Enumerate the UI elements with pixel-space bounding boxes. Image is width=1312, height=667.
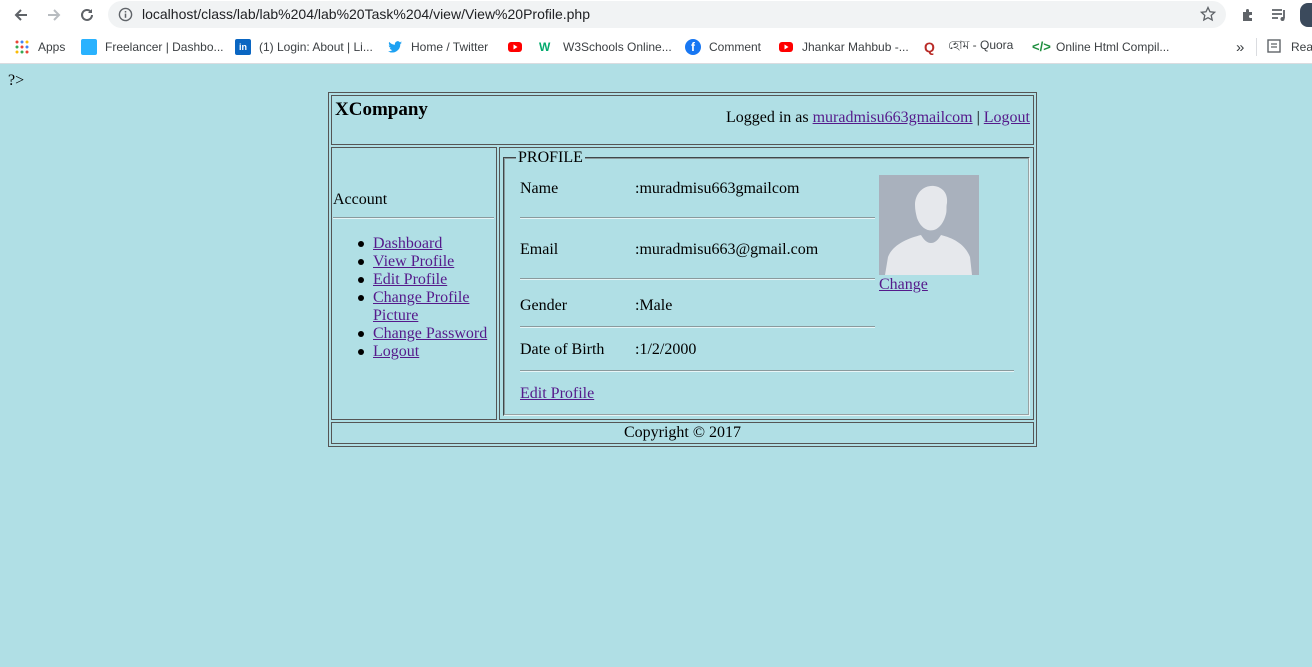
- profile-avatar[interactable]: [1300, 3, 1312, 27]
- change-password-link[interactable]: Change Password: [373, 325, 487, 342]
- freelancer-icon: [81, 39, 97, 55]
- bookmark-star-icon[interactable]: [1199, 5, 1217, 27]
- bookmark-quora[interactable]: Q হোম - Quora: [924, 38, 1013, 56]
- bookmark-jhankar[interactable]: Jhankar Mahbub -...: [778, 38, 909, 56]
- sidebar-item-logout: Logout: [357, 343, 487, 361]
- logged-in-prefix: Logged in as: [725, 109, 813, 126]
- bookmark-facebook[interactable]: f Comment: [685, 38, 761, 56]
- login-status: Logged in as muradmisu663gmailcom | Logo…: [726, 109, 1030, 127]
- bookmarks-divider: [1256, 38, 1257, 56]
- media-control-icon[interactable]: [1271, 7, 1287, 28]
- facebook-icon: f: [685, 39, 701, 55]
- change-picture-link[interactable]: Change: [879, 276, 928, 294]
- edit-profile-button[interactable]: Edit Profile: [520, 385, 594, 403]
- bookmarks-bar: Apps Freelancer | Dashbo... in (1) Login…: [0, 30, 1312, 64]
- copyright-text: Copyright © 2017: [623, 424, 742, 441]
- bookmark-twitter[interactable]: Home / Twitter: [387, 38, 488, 56]
- reload-icon[interactable]: [76, 4, 98, 26]
- info-icon[interactable]: [118, 7, 133, 27]
- email-label: Email: [520, 241, 559, 258]
- bookmark-freelancer[interactable]: Freelancer | Dashbo...: [81, 38, 224, 56]
- bookmark-linkedin[interactable]: in (1) Login: About | Li...: [235, 38, 373, 56]
- sidebar-menu: Dashboard View Profile Edit Profile Chan…: [357, 235, 487, 361]
- w3schools-icon: W: [539, 40, 551, 54]
- edit-profile-link[interactable]: Edit Profile: [373, 271, 447, 288]
- sidebar-divider: [333, 217, 494, 219]
- linkedin-icon: in: [235, 39, 251, 55]
- youtube-icon: [507, 39, 523, 55]
- logout-link[interactable]: Logout: [984, 109, 1030, 126]
- address-bar[interactable]: localhost/class/lab/lab%204/lab%20Task%2…: [108, 1, 1226, 28]
- dashboard-link[interactable]: Dashboard: [373, 235, 442, 252]
- divider: [520, 370, 1014, 372]
- bookmark-html-compiler[interactable]: </> Online Html Compil...: [1032, 38, 1169, 56]
- divider: [520, 278, 875, 280]
- youtube-icon: [778, 39, 794, 55]
- sidebar-item-edit-profile: Edit Profile: [357, 271, 487, 289]
- reading-list-icon: [1267, 39, 1283, 55]
- sidebar-item-change-password: Change Password: [357, 325, 487, 343]
- divider: [520, 326, 875, 328]
- separator: |: [972, 109, 984, 126]
- divider: [520, 217, 875, 219]
- bookmark-apps[interactable]: Apps: [14, 38, 65, 56]
- username-link[interactable]: muradmisu663gmailcom: [813, 109, 973, 126]
- bookmark-label: Online Html Compil...: [1056, 40, 1170, 54]
- back-arrow-icon[interactable]: [10, 4, 32, 26]
- php-tail-text: ?>: [8, 72, 25, 89]
- name-label: Name: [520, 180, 559, 197]
- bookmarks-overflow-button[interactable]: »: [1236, 38, 1244, 56]
- user-silhouette-icon: [879, 175, 979, 275]
- bookmark-youtube[interactable]: [507, 38, 531, 56]
- bookmark-label: Comment: [709, 40, 762, 54]
- sidebar-item-change-picture: Change Profile Picture: [358, 289, 483, 325]
- dob-value: :1/2/2000: [635, 341, 697, 358]
- bookmark-w3schools[interactable]: W W3Schools Online...: [539, 38, 672, 56]
- bookmark-label: Freelancer | Dashbo...: [105, 40, 224, 54]
- sidebar-item-dashboard: Dashboard: [357, 235, 487, 253]
- quora-icon: Q: [924, 39, 935, 55]
- gender-value: :Male: [635, 297, 673, 314]
- reading-list-label: Read: [1291, 40, 1312, 54]
- browser-toolbar: localhost/class/lab/lab%204/lab%20Task%2…: [0, 0, 1312, 30]
- bookmark-label: W3Schools Online...: [563, 40, 672, 54]
- dob-label: Date of Birth: [520, 341, 605, 358]
- email-value: :muradmisu663@gmail.com: [635, 241, 819, 258]
- twitter-icon: [387, 39, 403, 55]
- bookmark-label: (1) Login: About | Li...: [259, 40, 373, 54]
- change-profile-picture-link[interactable]: Change Profile Picture: [373, 289, 469, 324]
- profile-legend: PROFILE: [516, 149, 585, 167]
- sidebar-item-view-profile: View Profile: [357, 253, 487, 271]
- sidebar-title: Account: [333, 191, 388, 208]
- url-text[interactable]: localhost/class/lab/lab%204/lab%20Task%2…: [142, 6, 590, 22]
- bookmark-label: Jhankar Mahbub -...: [802, 40, 909, 54]
- sidebar-logout-link[interactable]: Logout: [373, 343, 419, 360]
- name-value: :muradmisu663gmailcom: [635, 180, 800, 197]
- code-icon: </>: [1032, 39, 1051, 54]
- brand-title: XCompany: [335, 99, 428, 120]
- profile-picture: [879, 175, 979, 275]
- bookmark-label: হোম - Quora: [948, 38, 1014, 52]
- bookmark-label: Home / Twitter: [411, 40, 489, 54]
- extensions-puzzle-icon[interactable]: [1240, 7, 1256, 28]
- forward-arrow-icon[interactable]: [43, 4, 65, 26]
- view-profile-link[interactable]: View Profile: [373, 253, 454, 270]
- gender-label: Gender: [520, 297, 568, 314]
- apps-grid-icon: [14, 39, 30, 55]
- reading-list-button[interactable]: Read: [1267, 38, 1312, 56]
- bookmark-label: Apps: [38, 40, 66, 54]
